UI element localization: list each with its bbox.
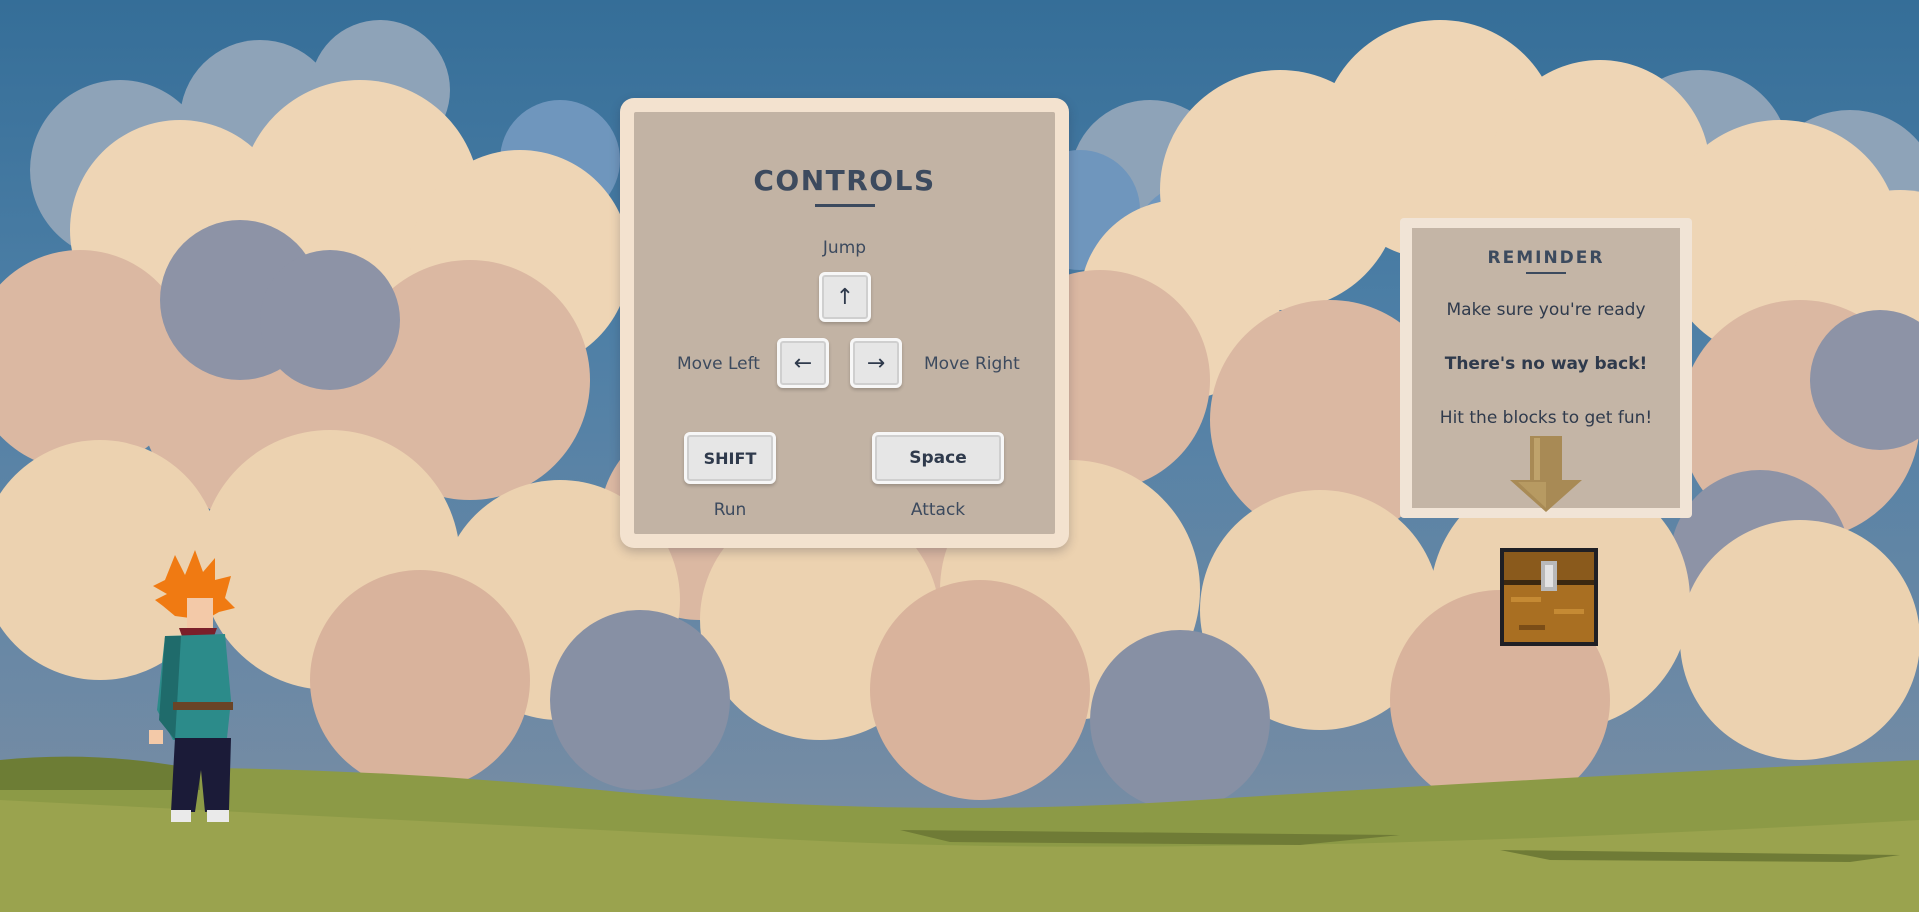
- run-label: Run: [713, 500, 747, 520]
- reminder-panel: REMINDER Make sure you're ready There's …: [1400, 218, 1692, 518]
- up-arrow-key: ↑: [819, 272, 871, 322]
- reminder-line-hit-blocks: Hit the blocks to get fun!: [1439, 408, 1653, 428]
- reminder-underline: [1526, 272, 1566, 274]
- move-left-label: Move Left: [677, 354, 760, 374]
- treasure-chest-icon[interactable]: [1499, 547, 1599, 647]
- title-underline: [814, 204, 875, 207]
- reminder-line-no-way-back: There's no way back!: [1444, 354, 1648, 374]
- controls-panel: CONTROLS Jump ↑ Move Left ← → Move Right…: [620, 98, 1069, 548]
- down-arrow-icon: [1510, 436, 1582, 512]
- space-key: Space: [872, 432, 1004, 484]
- reminder-panel-body: REMINDER Make sure you're ready There's …: [1412, 228, 1680, 512]
- reminder-title: REMINDER: [1487, 248, 1605, 268]
- reminder-line-ready: Make sure you're ready: [1446, 300, 1646, 320]
- player-character: [149, 550, 235, 822]
- move-right-label: Move Right: [924, 354, 1020, 374]
- jump-label: Jump: [822, 238, 867, 258]
- controls-panel-body: CONTROLS Jump ↑ Move Left ← → Move Right…: [634, 112, 1055, 534]
- left-arrow-key: ←: [777, 338, 829, 388]
- shift-key: SHIFT: [684, 432, 776, 484]
- controls-title: CONTROLS: [753, 164, 936, 197]
- attack-label: Attack: [910, 500, 966, 520]
- right-arrow-key: →: [850, 338, 902, 388]
